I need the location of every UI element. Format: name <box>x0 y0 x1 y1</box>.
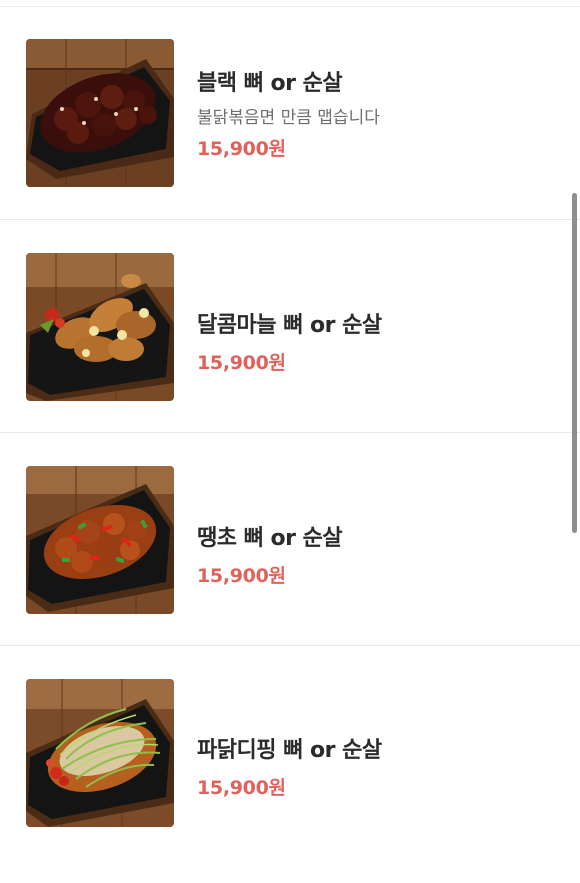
menu-item-name: 달콤마늘 뼈 or 순살 <box>197 313 382 338</box>
menu-item-info: 땡초 뼈 or 순살 15,900원 <box>197 524 560 588</box>
menu-item-price: 15,900원 <box>197 565 286 587</box>
menu-item-price: 15,900원 <box>197 777 286 799</box>
green-onion-chicken-image <box>26 679 174 827</box>
menu-item-description: 불닭볶음면 만큼 맵습니다 <box>197 108 380 128</box>
menu-screen: 블랙 뼈 or 순살 불닭볶음면 만큼 맵습니다 15,900원 달콤마늘 뼈 … <box>0 0 580 883</box>
black-chicken-image <box>26 39 174 187</box>
menu-item-info: 달콤마늘 뼈 or 순살 15,900원 <box>197 311 560 375</box>
menu-item-name: 파닭디핑 뼈 or 순살 <box>197 738 382 763</box>
menu-item-info: 파닭디핑 뼈 or 순살 15,900원 <box>197 736 560 800</box>
menu-item-hot-pepper[interactable]: 땡초 뼈 or 순살 15,900원 <box>0 433 580 646</box>
hot-pepper-chicken-image <box>26 466 174 614</box>
menu-item-sweet-garlic[interactable]: 달콤마늘 뼈 or 순살 15,900원 <box>0 220 580 433</box>
sweet-garlic-chicken-image <box>26 253 174 401</box>
menu-item-black[interactable]: 블랙 뼈 or 순살 불닭볶음면 만큼 맵습니다 15,900원 <box>0 7 580 220</box>
menu-item-price: 15,900원 <box>197 352 286 374</box>
menu-item-green-onion[interactable]: 파닭디핑 뼈 or 순살 15,900원 <box>0 646 580 859</box>
menu-item-name: 땡초 뼈 or 순살 <box>197 526 343 551</box>
menu-item-info: 블랙 뼈 or 순살 불닭볶음면 만큼 맵습니다 15,900원 <box>197 69 560 161</box>
menu-item-name: 블랙 뼈 or 순살 <box>197 71 343 96</box>
menu-list: 블랙 뼈 or 순살 불닭볶음면 만큼 맵습니다 15,900원 달콤마늘 뼈 … <box>0 7 580 859</box>
menu-item-price: 15,900원 <box>197 138 286 160</box>
vertical-scrollbar[interactable] <box>572 193 577 533</box>
